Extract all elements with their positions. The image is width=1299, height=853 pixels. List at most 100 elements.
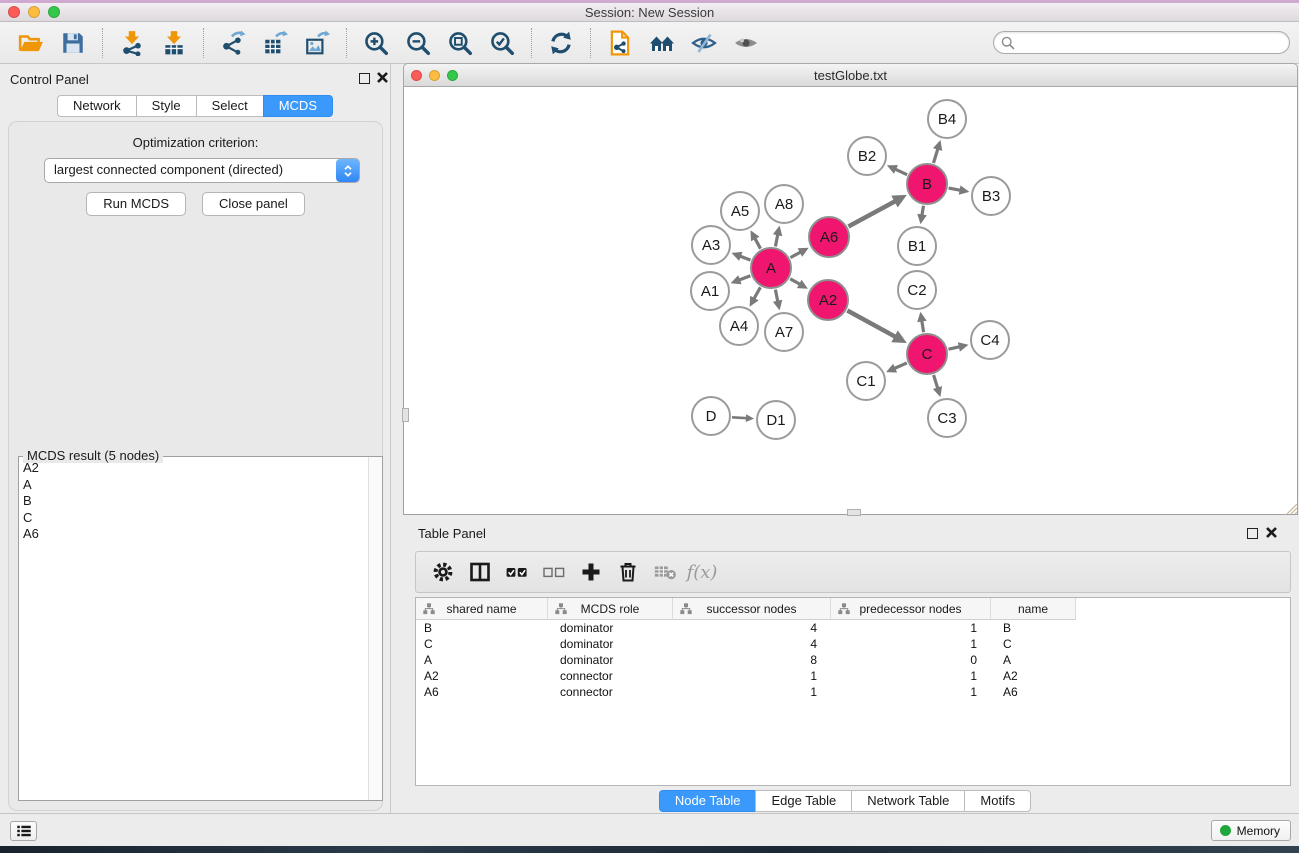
network-node-B1[interactable]: B1 bbox=[897, 226, 937, 266]
tab-mcds[interactable]: MCDS bbox=[263, 95, 333, 117]
network-node-B2[interactable]: B2 bbox=[847, 136, 887, 176]
delete-column-icon[interactable] bbox=[611, 557, 645, 587]
network-node-A8[interactable]: A8 bbox=[764, 184, 804, 224]
cell-successor-nodes[interactable]: 8 bbox=[673, 652, 831, 668]
memory-button[interactable]: Memory bbox=[1211, 820, 1291, 841]
cell-name[interactable]: B bbox=[991, 620, 1076, 636]
cell-shared-name[interactable]: A bbox=[416, 652, 548, 668]
table-close-icon[interactable] bbox=[1265, 526, 1278, 539]
tab-edge-table[interactable]: Edge Table bbox=[755, 790, 851, 812]
result-item-A2[interactable]: A2 bbox=[20, 460, 368, 477]
network-node-C3[interactable]: C3 bbox=[927, 398, 967, 438]
export-network-icon[interactable] bbox=[218, 28, 248, 58]
tab-network-table[interactable]: Network Table bbox=[851, 790, 964, 812]
cell-MCDS-role[interactable]: dominator bbox=[548, 636, 673, 652]
network-close-button[interactable] bbox=[411, 70, 422, 81]
zoom-selected-icon[interactable] bbox=[487, 28, 517, 58]
column-visibility-icon[interactable] bbox=[463, 557, 497, 587]
cell-shared-name[interactable]: A6 bbox=[416, 684, 548, 700]
close-panel-icon[interactable] bbox=[376, 71, 389, 84]
select-all-icon[interactable] bbox=[500, 557, 534, 587]
cell-predecessor-nodes[interactable]: 1 bbox=[831, 668, 991, 684]
result-item-B[interactable]: B bbox=[20, 493, 368, 510]
float-panel-icon[interactable] bbox=[359, 73, 370, 84]
cell-MCDS-role[interactable]: dominator bbox=[548, 620, 673, 636]
cell-name[interactable]: A6 bbox=[991, 684, 1076, 700]
home-icon[interactable] bbox=[647, 28, 677, 58]
network-zoom-button[interactable] bbox=[447, 70, 458, 81]
cell-successor-nodes[interactable]: 4 bbox=[673, 620, 831, 636]
table-row-A6[interactable]: A6connector11A6 bbox=[416, 684, 1290, 700]
minimize-window-button[interactable] bbox=[28, 6, 40, 18]
task-history-button[interactable] bbox=[10, 821, 37, 841]
network-minimize-button[interactable] bbox=[429, 70, 440, 81]
cell-name[interactable]: A bbox=[991, 652, 1076, 668]
network-node-B[interactable]: B bbox=[906, 163, 948, 205]
import-table-icon[interactable] bbox=[159, 28, 189, 58]
cell-MCDS-role[interactable]: connector bbox=[548, 668, 673, 684]
open-session-icon[interactable] bbox=[16, 28, 46, 58]
network-node-C2[interactable]: C2 bbox=[897, 270, 937, 310]
network-canvas[interactable]: AA1A2A3A4A5A6A7A8BB1B2B3B4CC1C2C3C4DD1 bbox=[403, 87, 1298, 515]
export-table-icon[interactable] bbox=[260, 28, 290, 58]
network-node-A7[interactable]: A7 bbox=[764, 312, 804, 352]
network-node-A4[interactable]: A4 bbox=[719, 306, 759, 346]
network-node-A1[interactable]: A1 bbox=[690, 271, 730, 311]
search-input[interactable] bbox=[1019, 33, 1283, 52]
add-column-icon[interactable] bbox=[574, 557, 608, 587]
cell-name[interactable]: A2 bbox=[991, 668, 1076, 684]
criterion-dropdown[interactable]: largest connected component (directed) bbox=[44, 158, 360, 183]
column-header-predecessor-nodes[interactable]: predecessor nodes bbox=[831, 598, 991, 620]
zoom-window-button[interactable] bbox=[48, 6, 60, 18]
network-document-icon[interactable] bbox=[605, 28, 635, 58]
cell-predecessor-nodes[interactable]: 1 bbox=[831, 636, 991, 652]
network-node-A5[interactable]: A5 bbox=[720, 191, 760, 231]
canvas-bottom-grip[interactable] bbox=[847, 509, 861, 516]
cell-predecessor-nodes[interactable]: 1 bbox=[831, 620, 991, 636]
cell-shared-name[interactable]: C bbox=[416, 636, 548, 652]
cell-shared-name[interactable]: B bbox=[416, 620, 548, 636]
settings-gear-icon[interactable] bbox=[426, 557, 460, 587]
result-scrollbar[interactable] bbox=[368, 457, 382, 800]
export-image-icon[interactable] bbox=[302, 28, 332, 58]
table-row-A[interactable]: Adominator80A bbox=[416, 652, 1290, 668]
tab-node-table[interactable]: Node Table bbox=[659, 790, 756, 812]
result-item-C[interactable]: C bbox=[20, 510, 368, 527]
network-node-B3[interactable]: B3 bbox=[971, 176, 1011, 216]
cell-name[interactable]: C bbox=[991, 636, 1076, 652]
result-item-A[interactable]: A bbox=[20, 477, 368, 494]
column-header-MCDS-role[interactable]: MCDS role bbox=[548, 598, 673, 620]
close-panel-button[interactable]: Close panel bbox=[202, 192, 305, 216]
column-header-successor-nodes[interactable]: successor nodes bbox=[673, 598, 831, 620]
hide-selected-icon[interactable] bbox=[689, 28, 719, 58]
network-node-B4[interactable]: B4 bbox=[927, 99, 967, 139]
network-node-A2[interactable]: A2 bbox=[807, 279, 849, 321]
cell-successor-nodes[interactable]: 4 bbox=[673, 636, 831, 652]
cell-predecessor-nodes[interactable]: 0 bbox=[831, 652, 991, 668]
network-node-A[interactable]: A bbox=[750, 247, 792, 289]
cell-predecessor-nodes[interactable]: 1 bbox=[831, 684, 991, 700]
network-node-C1[interactable]: C1 bbox=[846, 361, 886, 401]
zoom-out-icon[interactable] bbox=[403, 28, 433, 58]
window-resize-grip[interactable] bbox=[1285, 502, 1298, 515]
cell-MCDS-role[interactable]: connector bbox=[548, 684, 673, 700]
save-session-icon[interactable] bbox=[58, 28, 88, 58]
tab-motifs[interactable]: Motifs bbox=[964, 790, 1031, 812]
table-row-B[interactable]: Bdominator41B bbox=[416, 620, 1290, 636]
tab-select[interactable]: Select bbox=[196, 95, 263, 117]
network-node-D1[interactable]: D1 bbox=[756, 400, 796, 440]
canvas-left-grip[interactable] bbox=[402, 408, 409, 422]
cell-successor-nodes[interactable]: 1 bbox=[673, 684, 831, 700]
result-item-A6[interactable]: A6 bbox=[20, 526, 368, 543]
show-all-icon[interactable] bbox=[731, 28, 761, 58]
column-header-name[interactable]: name bbox=[991, 598, 1076, 620]
network-node-C[interactable]: C bbox=[906, 333, 948, 375]
table-row-C[interactable]: Cdominator41C bbox=[416, 636, 1290, 652]
refresh-icon[interactable] bbox=[546, 28, 576, 58]
column-header-shared-name[interactable]: shared name bbox=[416, 598, 548, 620]
network-node-C4[interactable]: C4 bbox=[970, 320, 1010, 360]
import-network-icon[interactable] bbox=[117, 28, 147, 58]
deselect-all-icon[interactable] bbox=[537, 557, 571, 587]
cell-shared-name[interactable]: A2 bbox=[416, 668, 548, 684]
cell-successor-nodes[interactable]: 1 bbox=[673, 668, 831, 684]
